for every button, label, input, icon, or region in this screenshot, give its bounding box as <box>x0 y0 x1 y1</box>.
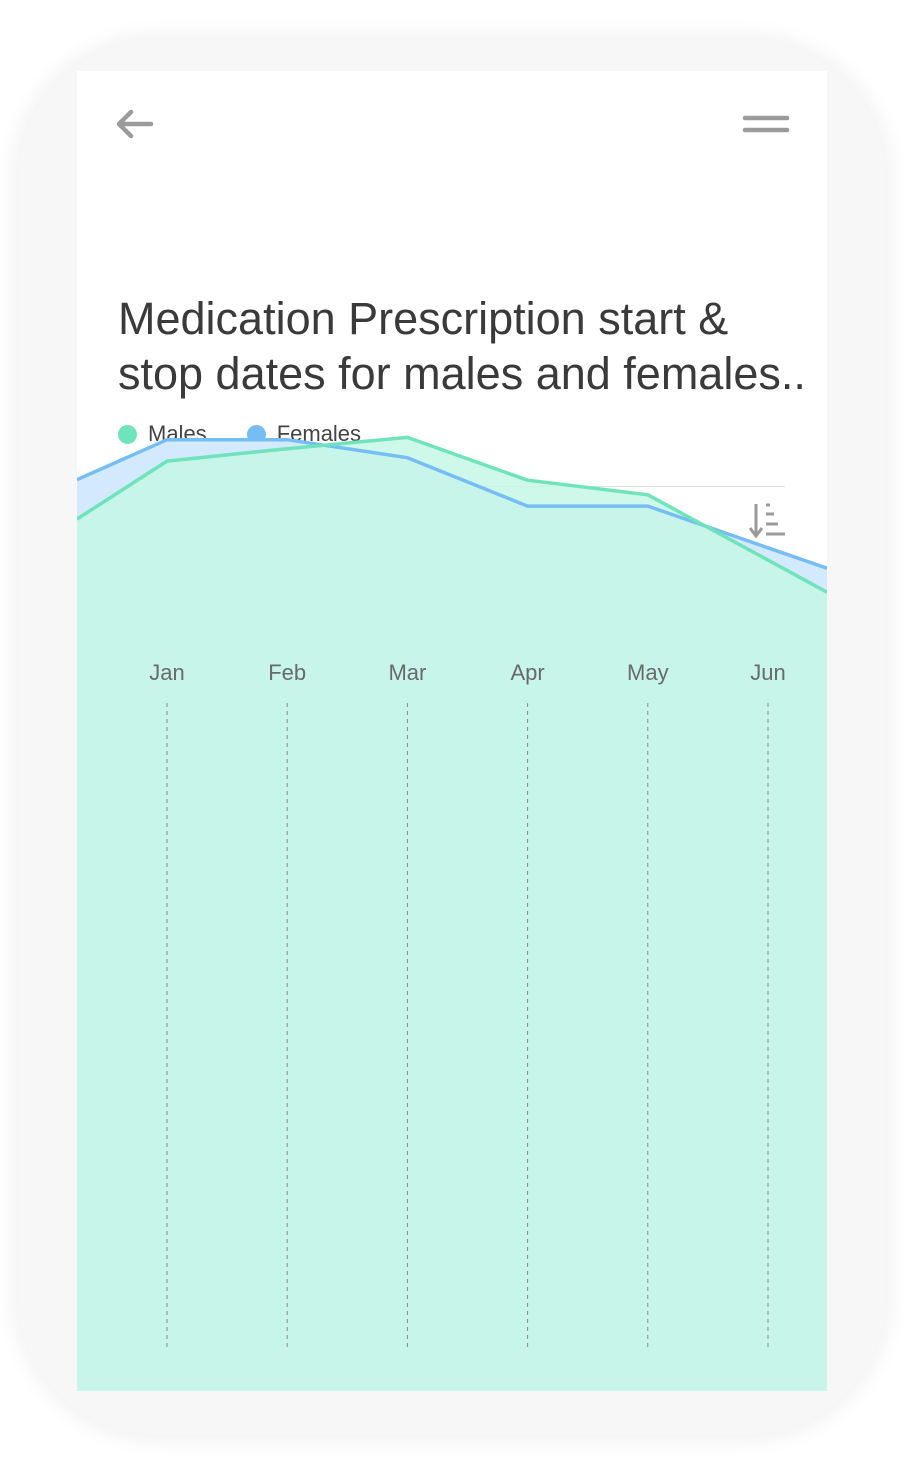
chart-card: Medication Prescription start & stop dat… <box>77 71 827 1391</box>
x-tick-label-mar: Mar <box>388 660 426 685</box>
x-tick-label-feb: Feb <box>268 660 306 685</box>
area-chart: Jan Feb Mar Apr May Jun <box>77 435 827 1391</box>
area-males <box>77 437 827 1391</box>
x-tick-label-jun: Jun <box>750 660 785 685</box>
x-tick-label-may: May <box>627 660 669 685</box>
x-tick-label-apr: Apr <box>510 660 544 685</box>
x-tick-label-jan: Jan <box>149 660 184 685</box>
